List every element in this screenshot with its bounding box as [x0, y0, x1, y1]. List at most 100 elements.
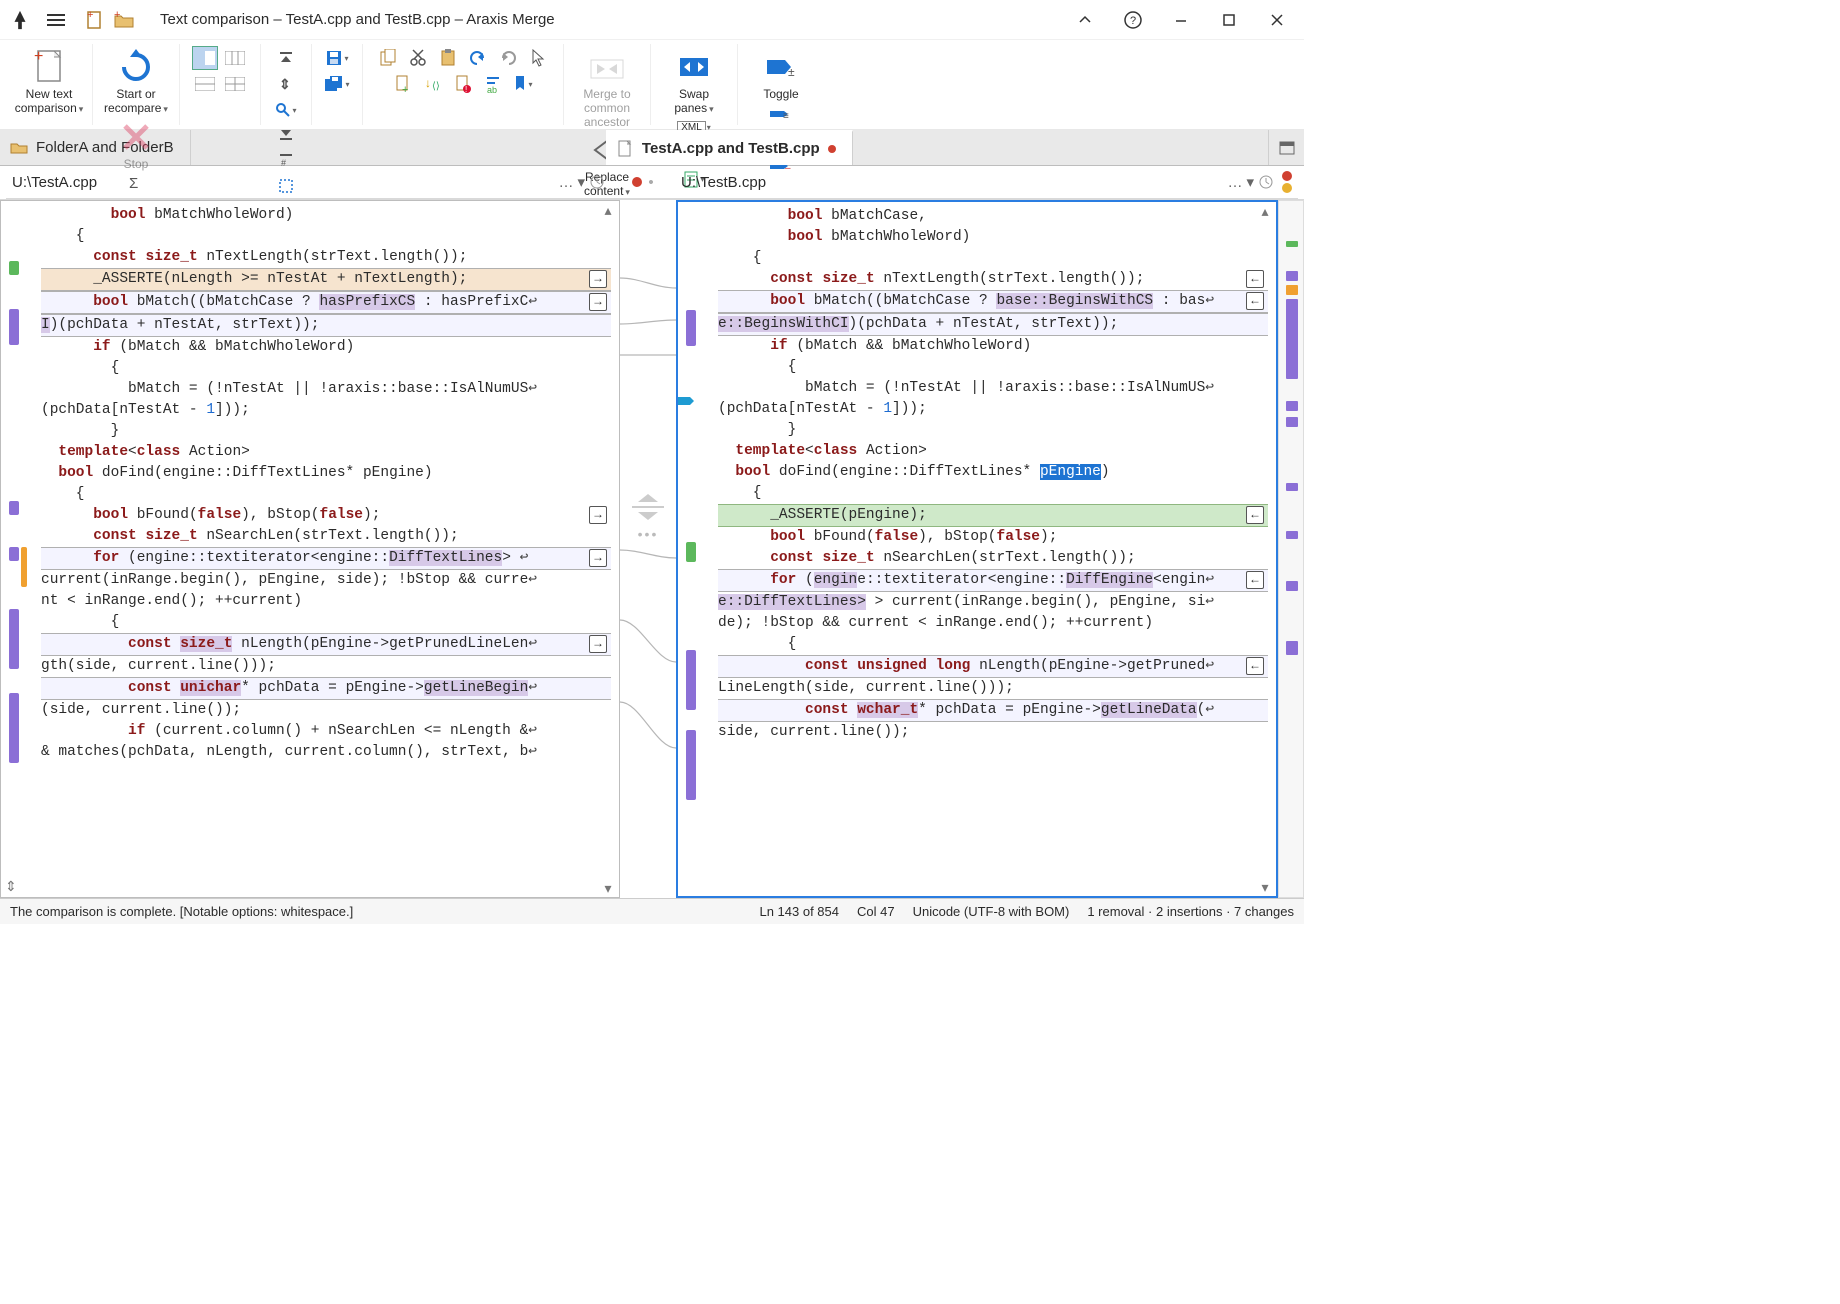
layout-three-icon[interactable] [222, 46, 248, 70]
code-line[interactable]: const size_t nSearchLen(strText.length()… [718, 548, 1268, 569]
save-icon[interactable] [324, 46, 350, 70]
code-line[interactable]: _ASSERTE(pEngine);← [718, 504, 1268, 527]
doc-plus-icon[interactable]: + [390, 72, 416, 96]
code-line[interactable]: for (engine::textiterator<engine::DiffEn… [718, 569, 1268, 592]
copy-icon[interactable] [375, 46, 401, 70]
close-button[interactable] [1254, 4, 1300, 36]
code-line[interactable]: } [41, 421, 611, 442]
new-file-icon[interactable]: + [82, 8, 106, 32]
code-line[interactable]: bool bFound(false), bStop(false);→ [41, 505, 611, 526]
code-line[interactable]: template<class Action> [41, 442, 611, 463]
history-icon[interactable] [589, 174, 605, 190]
overview-strip[interactable] [1278, 200, 1304, 898]
ribbon-collapse-icon[interactable] [1062, 4, 1108, 36]
code-line[interactable]: bool bMatch((bMatchCase ? hasPrefixCS : … [41, 291, 611, 314]
help-icon[interactable]: ? [1110, 4, 1156, 36]
code-line[interactable]: de); !bStop && current < inRange.end(); … [718, 613, 1268, 634]
tab-overflow-button[interactable] [1268, 130, 1304, 165]
merge-left-button[interactable]: ← [1246, 270, 1264, 288]
merge-left-button[interactable]: ← [1246, 571, 1264, 589]
code-line[interactable]: bMatch = (!nTestAt || !araxis::base::IsA… [41, 379, 611, 400]
code-line[interactable]: { [718, 248, 1268, 269]
code-line[interactable]: & matches(pchData, nLength, current.colu… [41, 742, 611, 763]
scroll-down-icon[interactable]: ▾ [1258, 880, 1272, 894]
code-line[interactable]: { [718, 634, 1268, 655]
code-line[interactable]: { [718, 483, 1268, 504]
path-left-more[interactable]: … [558, 174, 573, 191]
layout-side-icon[interactable] [192, 46, 218, 70]
code-line[interactable]: e::DiffTextLines> > current(inRange.begi… [718, 592, 1268, 613]
history-icon[interactable] [1258, 174, 1274, 190]
code-line[interactable]: I)(pchData + nTestAt, strText)); [41, 314, 611, 337]
chevron-down-icon[interactable]: ▾ [1246, 173, 1254, 191]
code-line[interactable]: { [718, 357, 1268, 378]
tab-files[interactable]: TestA.cpp and TestB.cpp [606, 130, 853, 165]
merge-right-button[interactable]: → [589, 549, 607, 567]
goto-tag-icon[interactable]: ↓⟨⟩ [420, 72, 446, 96]
code-line[interactable]: LineLength(side, current.line())); [718, 678, 1268, 699]
code-line[interactable]: nt < inRange.end(); ++current) [41, 591, 611, 612]
new-folder-icon[interactable]: + [112, 8, 136, 32]
code-right[interactable]: bool bMatchCase, bool bMatchWholeWord) {… [678, 202, 1276, 747]
merge-right-button[interactable]: → [589, 293, 607, 311]
merge-left-button[interactable]: ← [1246, 506, 1264, 524]
minimize-button[interactable] [1158, 4, 1204, 36]
merge-left-button[interactable]: ← [1246, 292, 1264, 310]
layout-stack-icon[interactable] [192, 72, 218, 96]
swap-panes-button[interactable]: Swap panes [659, 46, 729, 116]
code-line[interactable]: (pchData[nTestAt - 1])); [41, 400, 611, 421]
code-line[interactable]: if (bMatch && bMatchWholeWord) [41, 337, 611, 358]
code-line[interactable]: bool bMatchWholeWord) [41, 205, 611, 226]
layout-grid-icon[interactable] [222, 72, 248, 96]
code-line[interactable]: (side, current.line()); [41, 700, 611, 721]
code-line[interactable]: bool bFound(false), bStop(false); [718, 527, 1268, 548]
maximize-button[interactable] [1206, 4, 1252, 36]
code-line[interactable]: { [41, 358, 611, 379]
code-line[interactable]: current(inRange.begin(), pEngine, side);… [41, 570, 611, 591]
mark-change-icon[interactable]: ≡ [768, 102, 794, 126]
merge-left-button[interactable]: ← [1246, 657, 1264, 675]
code-line[interactable]: const size_t nLength(pEngine->getPrunedL… [41, 633, 611, 656]
code-line[interactable]: bMatch = (!nTestAt || !araxis::base::IsA… [718, 378, 1268, 399]
format-icon[interactable]: ab [480, 72, 506, 96]
redo-icon[interactable] [495, 46, 521, 70]
doc-warn-icon[interactable]: ! [450, 72, 476, 96]
pointer-icon[interactable] [525, 46, 551, 70]
new-text-comparison-button[interactable]: + New text comparison [14, 46, 84, 116]
collapse-up-icon[interactable] [273, 46, 299, 70]
chevron-down-icon[interactable]: ▾ [577, 173, 585, 191]
code-line[interactable]: const size_t nSearchLen(strText.length()… [41, 526, 611, 547]
path-right-more[interactable]: … [1227, 174, 1242, 191]
expand-icon[interactable]: ⇕ [273, 72, 299, 96]
expand-vert-icon[interactable]: ⇕ [5, 878, 17, 895]
code-line[interactable]: bool bMatch((bMatchCase ? base::BeginsWi… [718, 290, 1268, 313]
code-line[interactable]: bool doFind(engine::DiffTextLines* pEngi… [718, 462, 1268, 483]
code-line[interactable]: const size_t nTextLength(strText.length(… [718, 269, 1268, 290]
code-line[interactable]: if (current.column() + nSearchLen <= nLe… [41, 721, 611, 742]
code-line[interactable]: const wchar_t* pchData = pEngine->getLin… [718, 699, 1268, 722]
code-line[interactable]: bool doFind(engine::DiffTextLines* pEngi… [41, 463, 611, 484]
cut-icon[interactable] [405, 46, 431, 70]
code-line[interactable]: { [41, 484, 611, 505]
paste-icon[interactable] [435, 46, 461, 70]
code-line[interactable]: if (bMatch && bMatchWholeWord) [718, 336, 1268, 357]
code-line[interactable]: (pchData[nTestAt - 1])); [718, 399, 1268, 420]
code-line[interactable]: const size_t nTextLength(strText.length(… [41, 247, 611, 268]
code-line[interactable]: for (engine::textiterator<engine::DiffTe… [41, 547, 611, 570]
pane-right[interactable]: ▴ bool bMatchCase, bool bMatchWholeWord)… [676, 200, 1278, 898]
toggle-button[interactable]: ± Toggle [746, 46, 816, 102]
code-left[interactable]: bool bMatchWholeWord) { const size_t nTe… [1, 201, 619, 767]
merge-right-button[interactable]: → [589, 635, 607, 653]
link-handle-icon[interactable]: ••• [638, 526, 659, 542]
merge-right-button[interactable]: → [589, 270, 607, 288]
code-line[interactable]: const unichar* pchData = pEngine->getLin… [41, 677, 611, 700]
code-line[interactable]: side, current.line()); [718, 722, 1268, 743]
code-line[interactable]: gth(side, current.line())); [41, 656, 611, 677]
scroll-down-icon[interactable]: ▾ [601, 881, 615, 895]
code-line[interactable]: } [718, 420, 1268, 441]
code-line[interactable]: bool bMatchWholeWord) [718, 227, 1268, 248]
menu-button[interactable] [40, 4, 72, 36]
code-line[interactable]: _ASSERTE(nLength >= nTestAt + nTextLengt… [41, 268, 611, 291]
bookmark-icon[interactable] [510, 72, 536, 96]
code-line[interactable]: bool bMatchCase, [718, 206, 1268, 227]
